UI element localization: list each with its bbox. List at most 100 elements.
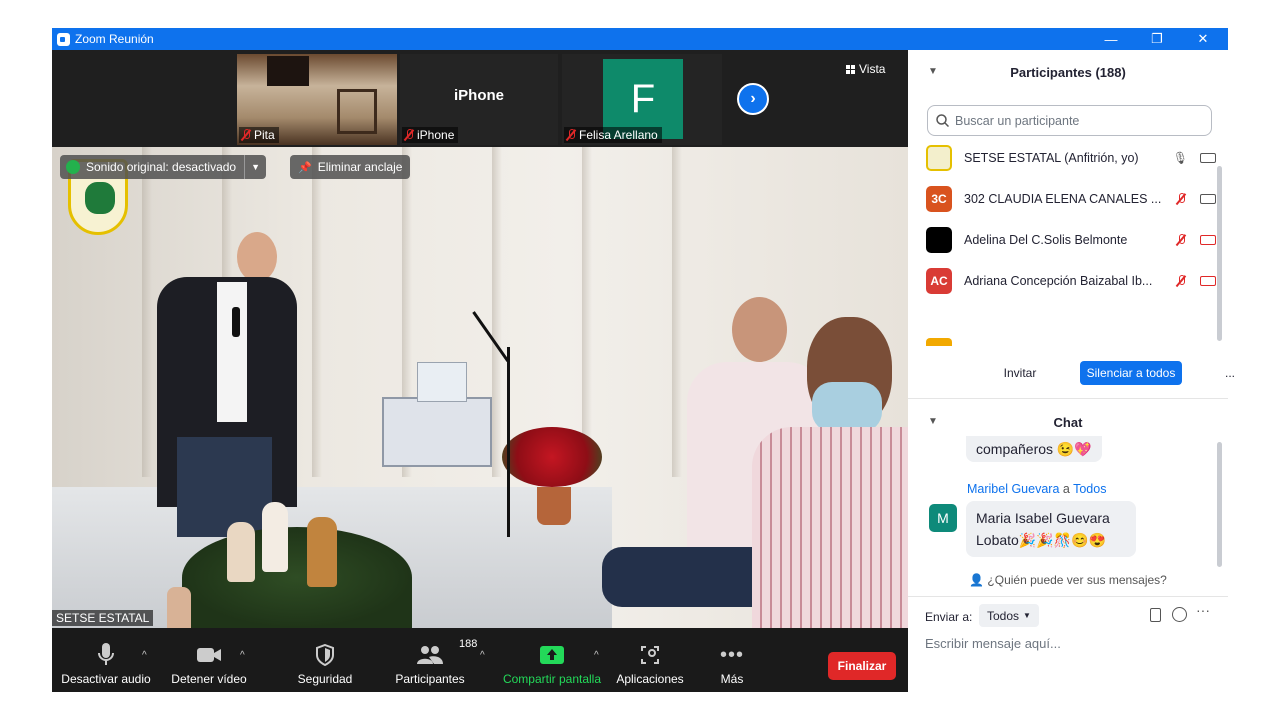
send-to-value: Todos: [987, 608, 1020, 623]
participant-row[interactable]: Adelina Del C.Solis Belmonte: [926, 225, 1216, 255]
emoji-icon[interactable]: [1172, 607, 1187, 622]
restore-button[interactable]: ❐: [1134, 28, 1180, 50]
main-video-feed: Sonido original: desactivado ▼ 📌 Elimina…: [52, 147, 908, 628]
microphone-icon[interactable]: 🎙: [1173, 151, 1188, 165]
participant-search-input[interactable]: Buscar un participante: [927, 105, 1212, 136]
more-button[interactable]: ••• Más: [708, 628, 756, 692]
more-label: Más: [720, 672, 744, 686]
share-screen-button[interactable]: Compartir pantalla: [500, 628, 604, 692]
minimize-button[interactable]: —: [1088, 28, 1134, 50]
pita-mirror-shape: [337, 89, 377, 134]
muted-mic-icon: [404, 129, 414, 141]
mic-stand: [507, 347, 510, 537]
video-thumb-pita[interactable]: Pita: [237, 54, 397, 145]
message-visibility-link[interactable]: 👤 ¿Quién puede ver sus mensajes?: [908, 573, 1228, 587]
participant-avatar: [926, 227, 952, 253]
camera-off-icon[interactable]: [1200, 276, 1216, 286]
invite-button[interactable]: Invitar: [996, 361, 1044, 385]
muted-mic-icon: [241, 129, 251, 141]
chat-message-input[interactable]: Escribir mensaje aquí...: [925, 636, 1061, 651]
video-options-caret-icon[interactable]: ^: [240, 650, 245, 661]
zoom-app-icon: [57, 32, 70, 46]
camera-off-icon[interactable]: [1200, 235, 1216, 245]
chat-sender[interactable]: Maribel Guevara: [967, 482, 1059, 496]
chat-sender-avatar: M: [929, 504, 957, 532]
face-mask: [812, 382, 882, 432]
unpin-button[interactable]: 📌 Eliminar anclaje: [290, 155, 411, 179]
video-thumb-iphone[interactable]: iPhone iPhone: [400, 54, 558, 145]
handheld-mic: [232, 307, 240, 337]
chat-recipient: Todos: [1073, 482, 1107, 496]
chat-more-icon[interactable]: ···: [1196, 602, 1210, 618]
camera-icon[interactable]: [1200, 194, 1216, 204]
share-options-caret-icon[interactable]: ^: [594, 650, 599, 661]
active-speaker-name: SETSE ESTATAL: [52, 610, 154, 626]
more-dots-icon: •••: [719, 643, 744, 666]
curtain-fold: [672, 147, 682, 477]
participants-button[interactable]: 188 Participantes: [390, 628, 477, 692]
collapse-chevron-icon[interactable]: ▼: [928, 66, 938, 77]
muted-mic-icon[interactable]: [1176, 234, 1186, 246]
participants-header: ▼ Participantes (188): [908, 50, 1228, 94]
participants-scrollbar[interactable]: [1217, 166, 1222, 341]
apps-button[interactable]: Aplicaciones: [614, 628, 686, 692]
shield-check-icon: [66, 160, 80, 174]
nativity-figure: [307, 517, 337, 587]
chat-bubble-message: Maria Isabel Guevara Lobato🎉🎉🎊😊😍: [966, 501, 1136, 557]
participant-row[interactable]: SETSE ESTATAL (Anfitrión, yo) 🎙: [926, 143, 1216, 173]
flower-pot: [537, 487, 571, 525]
seated-man-head: [732, 297, 787, 362]
window-title: Zoom Reunión: [75, 32, 154, 46]
apps-icon: [640, 640, 660, 670]
mute-audio-button[interactable]: Desactivar audio: [60, 628, 152, 692]
people-icon: 188: [415, 638, 477, 670]
participant-name: SETSE ESTATAL (Anfitrión, yo): [964, 151, 1139, 165]
original-sound-label: Sonido original: desactivado: [86, 160, 237, 174]
speaker-head: [237, 232, 277, 282]
participant-avatar: 3C: [926, 186, 952, 212]
mute-all-button[interactable]: Silenciar a todos: [1080, 361, 1182, 385]
security-button[interactable]: Seguridad: [288, 628, 362, 692]
chevron-down-icon[interactable]: ▼: [244, 155, 266, 179]
chat-to-word: a: [1062, 482, 1070, 496]
next-page-arrow-icon[interactable]: ›: [737, 83, 769, 115]
participants-options-caret-icon[interactable]: ^: [480, 650, 485, 661]
camera-icon[interactable]: [1200, 153, 1216, 163]
participant-name: 302 CLAUDIA ELENA CANALES ...: [964, 192, 1162, 206]
send-to-dropdown[interactable]: Todos ▼: [979, 604, 1039, 627]
participants-count-badge: 188: [459, 638, 478, 650]
muted-mic-icon[interactable]: [1176, 193, 1186, 205]
chat-divider: [908, 596, 1228, 597]
setse-avatar: [926, 145, 952, 171]
close-button[interactable]: ✕: [1180, 28, 1226, 50]
original-sound-toggle[interactable]: Sonido original: desactivado ▼: [60, 155, 267, 179]
participant-avatar-partial: [926, 338, 952, 346]
person-eye-icon: 👤: [969, 573, 985, 587]
participant-row[interactable]: 3C 302 CLAUDIA ELENA CANALES ...: [926, 184, 1216, 214]
participants-more-button[interactable]: ...: [1218, 361, 1242, 385]
video-thumb-felisa[interactable]: F Felisa Arellano: [562, 54, 722, 145]
speaker-jeans: [177, 437, 272, 537]
chat-message-header: Maribel Guevara a Todos: [967, 482, 1106, 496]
zoom-window: Zoom Reunión — ❐ ✕ Pita iPhone iPhone F …: [52, 28, 1235, 692]
collapse-chevron-icon[interactable]: ▼: [928, 416, 938, 427]
curtain-fold: [492, 147, 502, 477]
participant-row[interactable]: AC Adriana Concepción Baizabal Ib...: [926, 266, 1216, 296]
file-icon[interactable]: [1150, 608, 1161, 622]
pita-name-tag: Pita: [239, 127, 279, 143]
mic-boom: [472, 311, 510, 363]
water-bottle: [167, 587, 191, 628]
camera-icon: [196, 640, 222, 670]
chat-scrollbar[interactable]: [1217, 442, 1222, 567]
gift-box: [417, 362, 467, 402]
meeting-toolbar: Desactivar audio ^ Detener vídeo ^ Segur…: [52, 628, 908, 692]
felisa-name-tag: Felisa Arellano: [564, 127, 662, 143]
end-meeting-button[interactable]: Finalizar: [828, 652, 896, 680]
participants-title: Participantes (188): [1010, 64, 1126, 80]
christmas-wreath: [182, 527, 412, 628]
view-button[interactable]: Vista: [846, 62, 885, 76]
muted-mic-icon[interactable]: [1176, 275, 1186, 287]
audio-options-caret-icon[interactable]: ^: [142, 650, 147, 661]
curtain-fold: [312, 147, 322, 477]
title-bar: Zoom Reunión — ❐ ✕: [52, 28, 1228, 50]
